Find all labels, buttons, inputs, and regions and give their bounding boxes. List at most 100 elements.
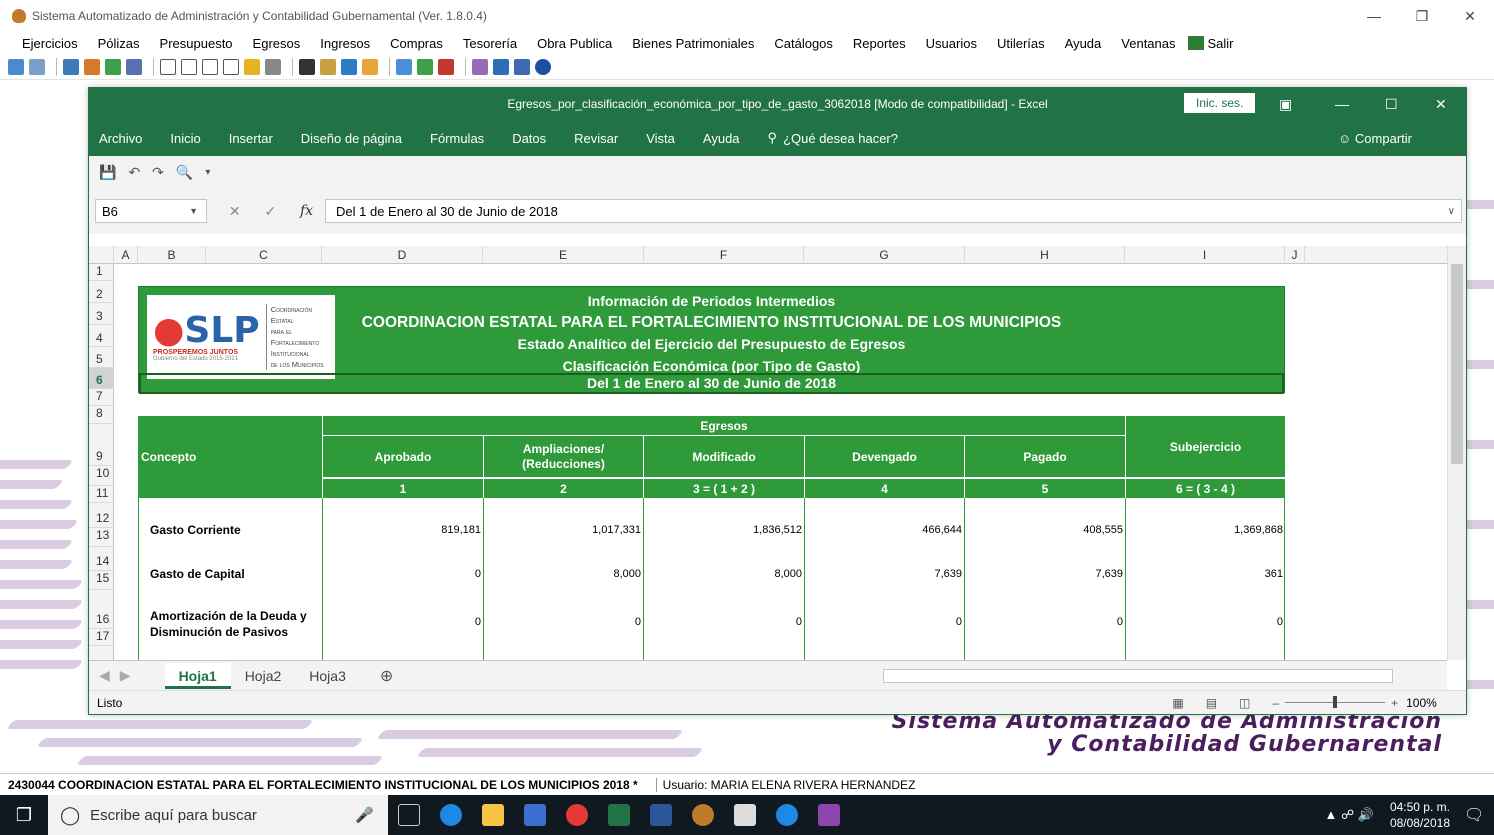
row-header[interactable]: 17 (89, 629, 114, 646)
menu-ayuda[interactable]: Ayuda (1065, 36, 1102, 51)
sheet-tab-hoja3[interactable]: Hoja3 (295, 663, 360, 689)
cell-value[interactable]: 0 (804, 616, 964, 628)
zoom-slider[interactable] (1285, 696, 1386, 708)
row-concept-amortizacion[interactable]: Amortización de la Deuda y Disminución d… (138, 608, 322, 640)
table-icon[interactable] (105, 58, 121, 75)
insert-function-icon[interactable]: fx (300, 203, 313, 219)
row-header[interactable]: 11 (89, 486, 114, 503)
ie-icon[interactable] (776, 804, 798, 826)
scroll-right-icon[interactable]: ▶ (120, 667, 141, 684)
cell-value[interactable]: 0 (643, 616, 804, 628)
col-header-e[interactable]: E (483, 246, 644, 264)
taskbar-search[interactable]: ◯ Escribe aquí para buscar 🎤 (48, 795, 388, 835)
row-header[interactable]: 5 (89, 347, 114, 368)
expand-formula-icon[interactable]: ∨ (1448, 206, 1455, 217)
row-header[interactable]: 4 (89, 325, 114, 347)
microphone-icon[interactable]: 🎤 (355, 806, 374, 824)
excel-minimize-icon[interactable]: — (1335, 88, 1349, 120)
col-header-i[interactable]: I (1125, 246, 1285, 264)
windows-start-icon[interactable]: ❐ (0, 805, 48, 826)
tab-inicio[interactable]: Inicio (170, 131, 200, 146)
clipboard-icon[interactable] (299, 58, 315, 75)
col-header-f[interactable]: F (644, 246, 804, 264)
report-c-icon[interactable] (160, 58, 176, 75)
cell-value[interactable]: 0 (483, 616, 643, 628)
chevron-down-icon[interactable]: ▼ (189, 206, 198, 216)
menu-tesoreria[interactable]: Tesorería (463, 36, 517, 51)
col-header-b[interactable]: B (138, 246, 206, 264)
cell-value[interactable]: 466,644 (804, 524, 964, 536)
exit-icon[interactable] (1187, 36, 1204, 50)
worksheet-grid[interactable]: A B C D E F G H I J 1 2 3 4 5 6 7 8 9 10… (89, 246, 1447, 660)
users-icon[interactable] (341, 58, 357, 75)
mail-icon[interactable] (734, 804, 756, 826)
enter-icon[interactable]: ✓ (264, 203, 276, 220)
tab-diseno-pagina[interactable]: Diseño de página (301, 131, 402, 146)
help-icon[interactable] (535, 58, 551, 75)
sheet-tab-hoja1[interactable]: Hoja1 (164, 662, 231, 689)
ribbon-display-icon[interactable]: ▣ (1279, 88, 1292, 120)
share-button[interactable]: ☺ Compartir (1338, 131, 1440, 146)
cell-value[interactable]: 8,000 (643, 568, 804, 580)
tab-revisar[interactable]: Revisar (574, 131, 618, 146)
grid-icon[interactable] (126, 58, 142, 75)
tab-insertar[interactable]: Insertar (229, 131, 273, 146)
tab-formulas[interactable]: Fórmulas (430, 131, 484, 146)
print-preview-icon[interactable]: 🔍 (176, 164, 193, 181)
word-icon[interactable] (650, 804, 672, 826)
menu-usuarios[interactable]: Usuarios (926, 36, 977, 51)
refresh-icon[interactable] (8, 58, 24, 75)
close-icon[interactable]: ✕ (1446, 0, 1494, 32)
tab-ayuda[interactable]: Ayuda (703, 131, 740, 146)
edge-icon[interactable] (440, 804, 462, 826)
report-d-icon[interactable] (181, 58, 197, 75)
tab-archivo[interactable]: Archivo (99, 131, 142, 146)
cell-value[interactable]: 7,639 (804, 568, 964, 580)
col-header-j[interactable]: J (1285, 246, 1305, 264)
cancel-icon[interactable]: ✕ (229, 203, 241, 220)
row-header[interactable]: 2 (89, 281, 114, 303)
excel-maximize-icon[interactable]: ☐ (1385, 88, 1398, 120)
sacg-app-icon[interactable] (692, 804, 714, 826)
cell-value[interactable]: 0 (1125, 616, 1285, 628)
restore-icon[interactable]: ❐ (1398, 0, 1446, 32)
calc-icon[interactable] (514, 58, 530, 75)
col-header-d[interactable]: D (322, 246, 483, 264)
tab-vista[interactable]: Vista (646, 131, 675, 146)
report-e-icon[interactable] (202, 58, 218, 75)
horizontal-scrollbar[interactable] (883, 668, 1394, 683)
redo-icon[interactable]: ↷ (152, 164, 164, 181)
winrar-icon[interactable] (818, 804, 840, 826)
cell-value[interactable]: 0 (322, 568, 483, 580)
row-header[interactable]: 12 (89, 503, 114, 528)
report-f-icon[interactable] (223, 58, 239, 75)
col-header-a[interactable]: A (114, 246, 138, 264)
store-icon[interactable] (524, 804, 546, 826)
menu-compras[interactable]: Compras (390, 36, 443, 51)
tell-me-input[interactable]: ¿Qué desea hacer? (783, 131, 898, 146)
menu-ingresos[interactable]: Ingresos (320, 36, 370, 51)
scroll-left-icon[interactable]: ◀ (89, 667, 120, 684)
menu-catalogos[interactable]: Catálogos (774, 36, 833, 51)
menu-utilerias[interactable]: Utilerías (997, 36, 1045, 51)
task-view-icon[interactable] (398, 804, 420, 826)
row-header[interactable]: 3 (89, 303, 114, 325)
menu-egresos[interactable]: Egresos (253, 36, 301, 51)
edit-icon[interactable] (84, 58, 100, 75)
menu-bienes-patrimoniales[interactable]: Bienes Patrimoniales (632, 36, 754, 51)
normal-view-icon[interactable]: ▦ (1172, 696, 1183, 710)
sheet-tab-hoja2[interactable]: Hoja2 (231, 663, 296, 689)
tools-icon[interactable] (320, 58, 336, 75)
row-concept-gasto-corriente[interactable]: Gasto Corriente (138, 523, 322, 537)
box-icon[interactable] (362, 58, 378, 75)
formula-input[interactable]: Del 1 de Enero al 30 de Junio de 2018 ∨ (325, 199, 1462, 223)
name-box[interactable]: B6 ▼ (95, 199, 207, 223)
system-tray-icons[interactable]: ▲ ☍ 🔊 (1324, 807, 1373, 823)
col-header-h[interactable]: H (965, 246, 1125, 264)
col-header-g[interactable]: G (804, 246, 965, 264)
cell-value[interactable]: 1,836,512 (643, 524, 804, 536)
notifications-icon[interactable]: 🗨 (1464, 805, 1494, 825)
row-header[interactable]: 10 (89, 466, 114, 486)
cell-value[interactable]: 7,639 (964, 568, 1125, 580)
document-icon[interactable] (29, 58, 45, 75)
